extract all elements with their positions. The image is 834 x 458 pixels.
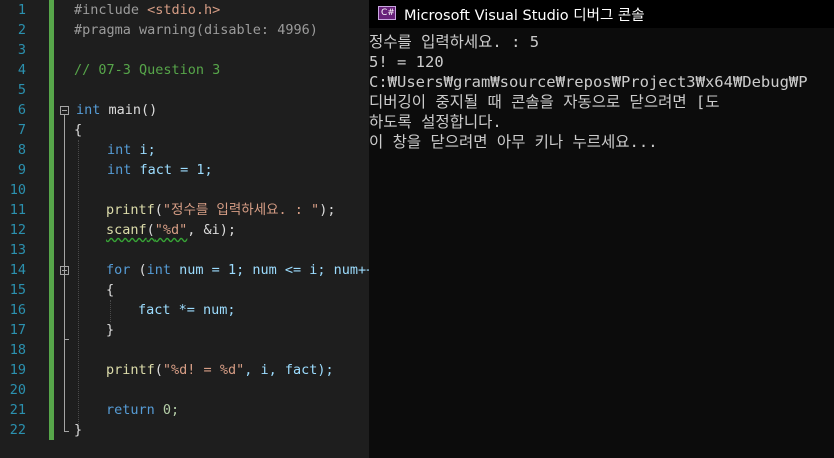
- line-number: 16: [9, 302, 26, 318]
- line-number: 1: [17, 2, 26, 18]
- fold-guide-end: [64, 431, 69, 432]
- indent-guide: [78, 140, 79, 430]
- keyword-token: int: [146, 262, 172, 278]
- line-number-gutter: 1 2 3 4 5 6 7 8 9 11 10 12 13 14 15 16 1…: [0, 0, 30, 458]
- code-line-8[interactable]: int i;: [107, 140, 156, 160]
- line-number: 15: [9, 282, 26, 298]
- console-output-line: 이 창을 닫으려면 아무 키나 누르세요...: [369, 133, 658, 151]
- icon-label: C#: [381, 8, 395, 18]
- console-output-line: 하도록 설정합니다.: [369, 113, 502, 131]
- code-line-21[interactable]: return 0;: [106, 400, 179, 420]
- code-line-22[interactable]: }: [74, 420, 82, 440]
- line-number: 13: [9, 242, 26, 258]
- function-token-with-warning: scanf: [106, 222, 147, 238]
- line-number: 11: [9, 202, 26, 218]
- code-token: (: [146, 222, 155, 238]
- code-token: 0;: [154, 402, 180, 418]
- visual-studio-console-icon: C#: [378, 6, 396, 20]
- line-number: 8: [17, 142, 26, 158]
- keyword-token: for: [106, 262, 131, 278]
- line-number: 19: [9, 362, 26, 378]
- collapse-icon[interactable]: [60, 266, 69, 275]
- code-token: , i, fact);: [244, 362, 334, 378]
- code-token: , &i);: [187, 222, 237, 238]
- console-output-line: C:₩Users₩gram₩source₩repos₩Project3₩x64₩…: [369, 73, 808, 91]
- code-line-19[interactable]: printf("%d! = %d", i, fact);: [106, 360, 334, 380]
- code-line-6[interactable]: int main(): [76, 100, 157, 120]
- collapse-icon[interactable]: [60, 106, 69, 115]
- code-line-16[interactable]: fact *= num;: [138, 300, 236, 320]
- line-number: 12: [9, 222, 26, 238]
- code-token: );: [319, 202, 336, 218]
- code-line-15[interactable]: {: [106, 280, 114, 300]
- code-line-17[interactable]: }: [106, 320, 114, 340]
- line-number: 17: [9, 322, 26, 338]
- line-number: 9: [17, 162, 26, 178]
- line-number: 20: [9, 382, 26, 398]
- console-output-line: 정수를 입력하세요. : 5: [369, 33, 540, 51]
- code-line-12[interactable]: scanf("%d", &i);: [106, 220, 236, 240]
- console-title: Microsoft Visual Studio 디버그 콘솔: [404, 8, 645, 24]
- string-token: "%d": [154, 222, 188, 238]
- line-number: 6: [17, 102, 26, 118]
- code-token: (: [154, 202, 163, 218]
- code-line-2[interactable]: #pragma warning(disable: 4996): [74, 20, 318, 40]
- code-token: i;: [131, 142, 156, 158]
- function-token: printf: [106, 202, 155, 218]
- code-token: main(): [100, 102, 158, 118]
- code-line-1[interactable]: #include <stdio.h>: [74, 0, 220, 20]
- keyword-token: int: [76, 102, 101, 118]
- line-number: 21: [9, 402, 26, 418]
- debug-console-window[interactable]: C# Microsoft Visual Studio 디버그 콘솔 정수를 입력…: [369, 0, 834, 458]
- line-number: 18: [9, 342, 26, 358]
- line-number: 2: [17, 22, 26, 38]
- string-token: "%d! = %d": [162, 362, 245, 378]
- code-editor[interactable]: 1 2 3 4 5 6 7 8 9 11 10 12 13 14 15 16 1…: [0, 0, 369, 458]
- console-titlebar[interactable]: C# Microsoft Visual Studio 디버그 콘솔: [369, 0, 834, 28]
- line-number: 4: [17, 62, 26, 78]
- function-token: printf: [106, 362, 155, 378]
- line-number: 10: [9, 182, 26, 198]
- string-token: "정수를 입력하세요. : ": [162, 202, 320, 218]
- keyword-token: int: [107, 162, 132, 178]
- keyword-token: int: [107, 142, 132, 158]
- line-number: 14: [9, 262, 26, 278]
- console-output-line: 디버깅이 중지될 때 콘솔을 자동으로 닫으려면 [도: [369, 93, 720, 111]
- code-token: (: [154, 362, 163, 378]
- line-number: 22: [9, 422, 26, 438]
- line-number: 5: [17, 82, 26, 98]
- code-token: (: [130, 262, 147, 278]
- code-line-14[interactable]: for (int num = 1; num <= i; num++: [106, 260, 369, 280]
- code-line-4[interactable]: // 07-3 Question 3: [74, 60, 220, 80]
- code-line-7[interactable]: {: [74, 120, 82, 140]
- change-tracking-bar: [49, 0, 54, 440]
- line-number: 7: [17, 122, 26, 138]
- line-number: 3: [17, 42, 26, 58]
- keyword-token: return: [106, 402, 155, 418]
- code-line-9[interactable]: int fact = 1;: [107, 160, 213, 180]
- code-token: num = 1; num <= i; num++: [171, 262, 369, 278]
- preprocessor-token: #include: [74, 2, 148, 18]
- console-output-line: 5! = 120: [369, 53, 444, 71]
- string-token: <stdio.h>: [147, 2, 221, 18]
- code-line-11[interactable]: printf("정수를 입력하세요. : ");: [106, 200, 335, 220]
- fold-guide-end: [64, 339, 69, 340]
- indent-guide: [110, 300, 111, 322]
- code-token: fact = 1;: [131, 162, 213, 178]
